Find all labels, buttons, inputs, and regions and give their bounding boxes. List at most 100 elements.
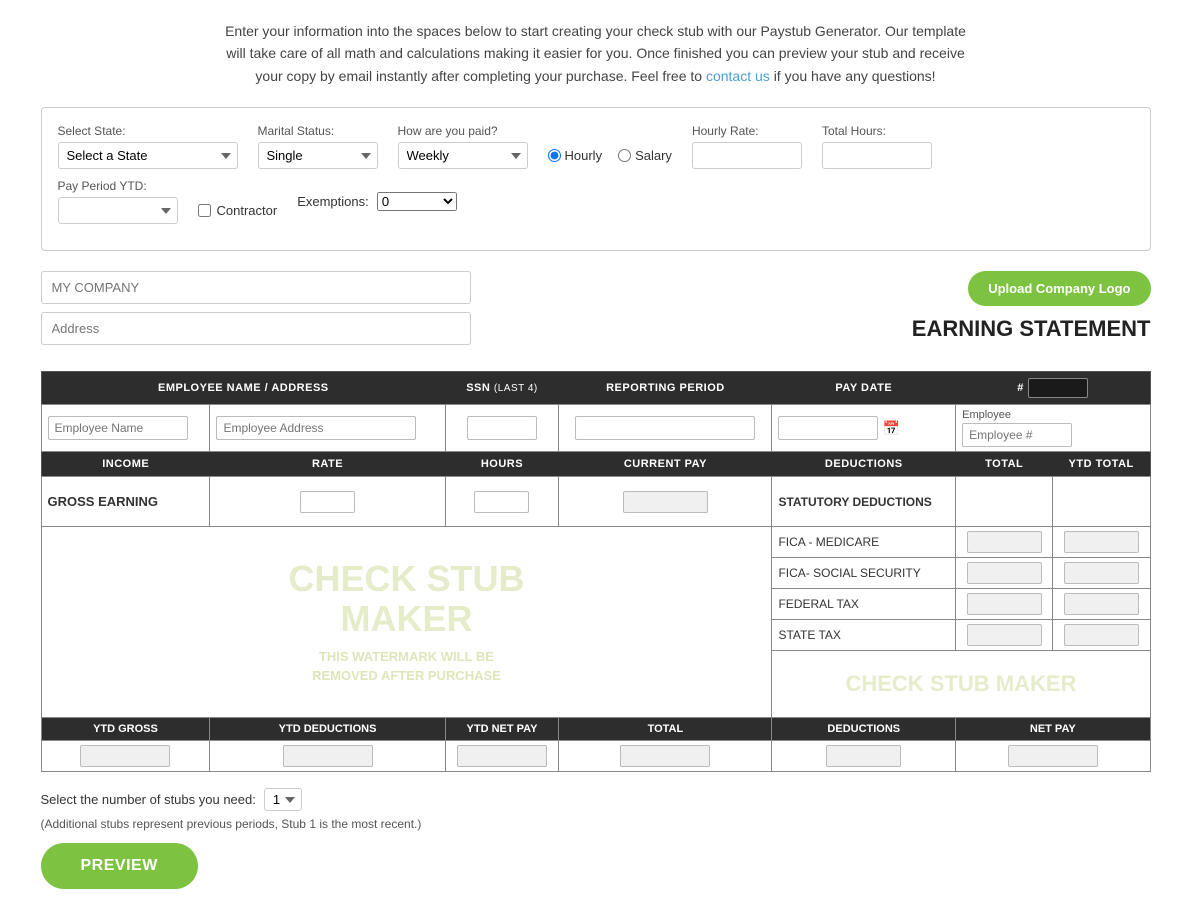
payment-group: How are you paid? WeeklyBi-WeeklySemi-Mo… (398, 124, 528, 169)
fica-medicare-ytd-input[interactable]: 29.00 (1064, 531, 1139, 553)
emp-addr-cell (210, 405, 445, 452)
state-select[interactable]: Select a State AlabamaAlaskaArizona Cali… (58, 142, 238, 169)
total-input[interactable]: 400.00 (620, 745, 710, 767)
hourly-radio-label[interactable]: Hourly (548, 148, 603, 163)
state-tax-ytd-cell: 0.00 (1053, 620, 1150, 651)
statutory-total-cell (956, 477, 1053, 527)
salary-radio[interactable] (618, 149, 631, 162)
preview-button[interactable]: PREVIEW (41, 843, 198, 889)
contact-us-link[interactable]: contact us (706, 68, 770, 84)
total-hours-group: Total Hours: 40 (822, 124, 932, 169)
table-data-row1: XXXX 09/22/2023 - 09/28/2023 09/29/2023 … (41, 405, 1150, 452)
employee-number-input[interactable] (962, 423, 1072, 447)
income-col-header: INCOME (41, 452, 210, 477)
state-group: Select State: Select a State AlabamaAlas… (58, 124, 238, 169)
period-cell: 09/22/2023 - 09/28/2023 (559, 405, 772, 452)
hours-col-header: HOURS (445, 452, 559, 477)
stub-number-input[interactable]: 1234 (1028, 378, 1088, 398)
total-header: TOTAL (559, 718, 772, 741)
company-name-input[interactable] (41, 271, 471, 304)
ssn-input[interactable]: XXXX (467, 416, 537, 440)
paydate-input[interactable]: 09/29/2023 (778, 416, 878, 440)
ytd-gross-input[interactable]: 2000.00 (80, 745, 170, 767)
gross-pay-input[interactable]: 400.00 (623, 491, 708, 513)
upload-logo-button[interactable]: Upload Company Logo (968, 271, 1150, 306)
employee-address-input[interactable] (216, 416, 416, 440)
ytd-net-pay-header: YTD NET PAY (445, 718, 559, 741)
watermark-text-note: THIS WATERMARK WILL BE REMOVED AFTER PUR… (288, 649, 524, 685)
exemptions-label: Exemptions: (297, 194, 369, 209)
payment-select[interactable]: WeeklyBi-WeeklySemi-MonthlyMonthly (398, 142, 528, 169)
stub-table: EMPLOYEE NAME / ADDRESS SSN (LAST 4) REP… (41, 371, 1151, 772)
hourly-rate-input[interactable]: 10 (692, 142, 802, 169)
stubs-count-select[interactable]: 12345 (264, 788, 302, 811)
hourly-rate-label: Hourly Rate: (692, 124, 802, 138)
stubs-note: (Additional stubs represent previous per… (41, 817, 1151, 831)
fica-social-ytd-input[interactable]: 124.00 (1064, 562, 1139, 584)
marital-group: Marital Status: SingleMarriedMarried, bu… (258, 124, 378, 169)
fica-medicare-row: CHECK STUB MAKER THIS WATERMARK WILL BE … (41, 527, 1150, 558)
gross-rate-cell: 10 (210, 477, 445, 527)
deductions-input[interactable]: 75.10 (826, 745, 901, 767)
watermark-text-line1: CHECK STUB MAKER (288, 559, 524, 638)
ytd-gross-header: YTD GROSS (41, 718, 210, 741)
fica-medicare-label: FICA - MEDICARE (772, 527, 956, 558)
deductions-value-cell: 75.10 (772, 741, 956, 772)
statutory-deductions-cell: STATUTORY DEDUCTIONS (772, 477, 956, 527)
right-header: Upload Company Logo EARNING STATEMENT (912, 271, 1151, 342)
top-form: Select State: Select a State AlabamaAlas… (41, 107, 1151, 251)
calendar-icon[interactable]: 📅 (882, 420, 899, 437)
pay-period-select[interactable] (58, 197, 178, 224)
fica-medicare-total-input[interactable]: 5.80 (967, 531, 1042, 553)
ssn-header: SSN (LAST 4) (445, 372, 559, 405)
federal-tax-ytd-input[interactable]: 225.50 (1064, 593, 1139, 615)
fica-social-total-input[interactable]: 24.80 (967, 562, 1042, 584)
gross-hours-input[interactable]: 40 (474, 491, 529, 513)
ytd-headers-row: YTD GROSS YTD DEDUCTIONS YTD NET PAY TOT… (41, 718, 1150, 741)
company-section (41, 271, 471, 353)
emp-name-cell (41, 405, 210, 452)
federal-tax-total-input[interactable]: 44.50 (967, 593, 1042, 615)
ytd-net-pay-input[interactable]: 1624.50 (457, 745, 547, 767)
total-hours-input[interactable]: 40 (822, 142, 932, 169)
state-tax-label: STATE TAX (772, 620, 956, 651)
state-tax-total-input[interactable]: 0.00 (967, 624, 1042, 646)
marital-select[interactable]: SingleMarriedMarried, but withhold at hi… (258, 142, 378, 169)
total-value-cell: 400.00 (559, 741, 772, 772)
emp-name-addr-header: EMPLOYEE NAME / ADDRESS (41, 372, 445, 405)
fica-medicare-ytd-cell: 29.00 (1053, 527, 1150, 558)
salary-radio-label[interactable]: Salary (618, 148, 672, 163)
contractor-label: Contractor (217, 203, 278, 218)
hourly-radio[interactable] (548, 149, 561, 162)
state-tax-ytd-input[interactable]: 0.00 (1064, 624, 1139, 646)
company-address-input[interactable] (41, 312, 471, 345)
exemptions-select[interactable]: 01234 5678910 (377, 192, 457, 211)
table-header-row1: EMPLOYEE NAME / ADDRESS SSN (LAST 4) REP… (41, 372, 1150, 405)
fica-medicare-total-cell: 5.80 (956, 527, 1053, 558)
company-header-row: Upload Company Logo EARNING STATEMENT (41, 271, 1151, 363)
contractor-checkbox[interactable] (198, 204, 211, 217)
reporting-period-header: REPORTING PERIOD (559, 372, 772, 405)
pay-date-header: PAY DATE (772, 372, 956, 405)
watermark-overlay: CHECK STUB MAKER THIS WATERMARK WILL BE … (288, 559, 524, 685)
ytd-gross-value-cell: 2000.00 (41, 741, 210, 772)
fica-social-label: FICA- SOCIAL SECURITY (772, 558, 956, 589)
statutory-ytd-cell (1053, 477, 1150, 527)
federal-tax-ytd-cell: 225.50 (1053, 589, 1150, 620)
employee-label: Employee (962, 409, 1143, 421)
hash-header: # 1234 (956, 372, 1150, 405)
ytd-deductions-input[interactable]: 375.50 (283, 745, 373, 767)
income-deductions-header: INCOME RATE HOURS CURRENT PAY DEDUCTIONS… (41, 452, 1150, 477)
stubs-label: Select the number of stubs you need: (41, 792, 256, 807)
gross-rate-input[interactable]: 10 (300, 491, 355, 513)
employee-name-input[interactable] (48, 416, 188, 440)
fica-social-ytd-cell: 124.00 (1053, 558, 1150, 589)
ytd-values-row: 2000.00 375.50 1624.50 400.00 75.10 324.… (41, 741, 1150, 772)
net-pay-input[interactable]: 324.90 (1008, 745, 1098, 767)
pay-type-group: Hourly Salary (548, 148, 672, 163)
total-col-header: TOTAL (956, 452, 1053, 477)
rate-col-header: RATE (210, 452, 445, 477)
period-input[interactable]: 09/22/2023 - 09/28/2023 (575, 416, 755, 440)
hourly-rate-group: Hourly Rate: 10 (692, 124, 802, 169)
net-pay-header: NET PAY (956, 718, 1150, 741)
